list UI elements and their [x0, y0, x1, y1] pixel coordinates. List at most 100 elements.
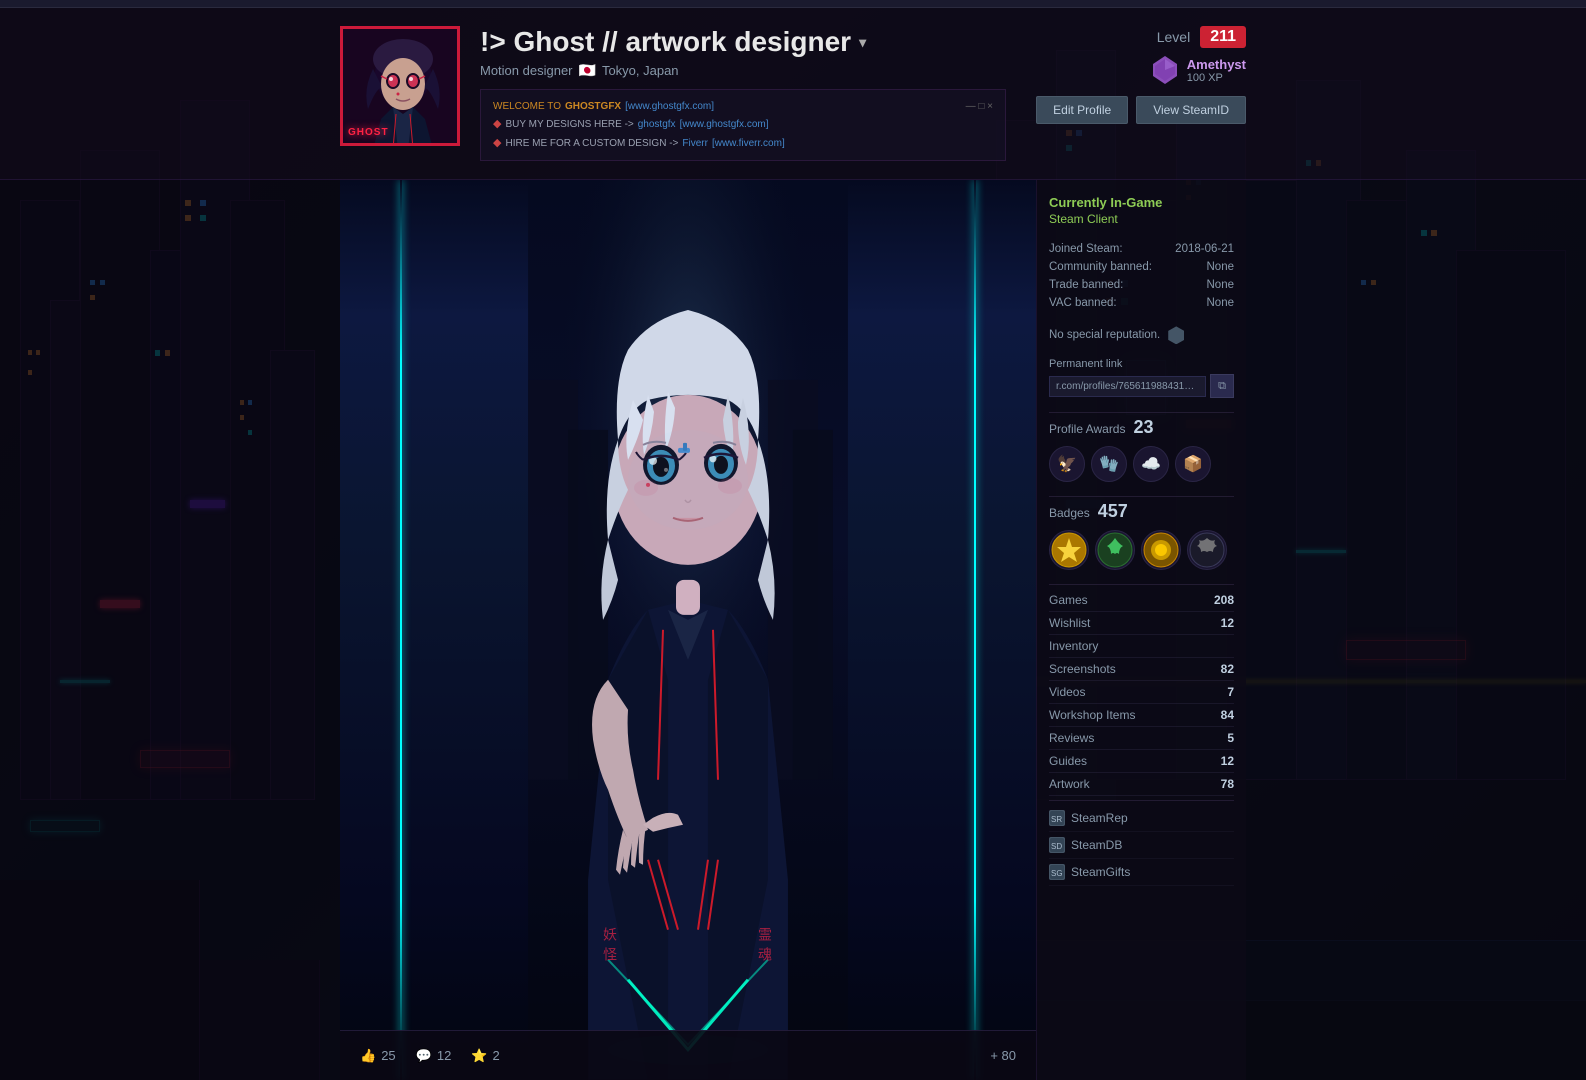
award-icon-1[interactable]: 🦅 [1049, 446, 1085, 482]
vac-label: VAC banned: [1049, 294, 1167, 312]
xp-gem-group [1153, 56, 1177, 84]
workshop-row[interactable]: Workshop Items 84 [1049, 704, 1234, 727]
award-icon-2[interactable]: 🧤 [1091, 446, 1127, 482]
guides-label: Guides [1049, 754, 1087, 768]
steamdb-icon: SD [1049, 837, 1065, 853]
steamgifts-link[interactable]: SG SteamGifts [1049, 859, 1234, 886]
steamdb-label: SteamDB [1071, 838, 1122, 852]
inventory-row[interactable]: Inventory [1049, 635, 1234, 658]
bio-line-title: WELCOME TO GHOSTGFX [www.ghostgfx.com] —… [493, 98, 993, 115]
svg-text:魂: 魂 [758, 947, 772, 963]
joined-row: Joined Steam: 2018-06-21 [1049, 240, 1234, 258]
steamrep-label: SteamRep [1071, 811, 1128, 825]
steamrep-icon: SR [1049, 810, 1065, 826]
artwork-value: 78 [1221, 777, 1234, 791]
level-section: Level 211 Amethyst 100 XP Edit Profile [1026, 26, 1246, 124]
artwork-row[interactable]: Artwork 78 [1049, 773, 1234, 796]
profile-stats-table: Joined Steam: 2018-06-21 Community banne… [1049, 240, 1234, 312]
permanent-link-input[interactable] [1049, 376, 1206, 397]
workshop-value: 84 [1221, 708, 1234, 722]
artwork-label: Artwork [1049, 777, 1090, 791]
joined-label: Joined Steam: [1049, 240, 1167, 258]
xp-container: Amethyst 100 XP [1026, 56, 1246, 84]
profile-subtitle: Motion designer 🇯🇵 Tokyo, Japan [480, 62, 1006, 79]
edit-profile-button[interactable]: Edit Profile [1036, 96, 1128, 124]
artwork-more: + 80 [990, 1048, 1016, 1063]
xp-name: Amethyst [1187, 57, 1246, 72]
svg-text:SR: SR [1051, 815, 1062, 824]
community-label: Community banned: [1049, 258, 1167, 276]
profile-buttons: Edit Profile View SteamID [1026, 96, 1246, 124]
profile-header: GHOST !> Ghost // artwork designer ▾ Mot… [0, 8, 1586, 180]
bio-site-name: GHOSTGFX [565, 98, 621, 115]
anime-character-svg: 妖 怪 霊 魂 [528, 180, 848, 1080]
award-icon-4[interactable]: 📦 [1175, 446, 1211, 482]
bio-line-hire: ◆ HIRE ME FOR A CUSTOM DESIGN -> Fiverr … [493, 134, 993, 153]
bio-hire-label: HIRE ME FOR A CUSTOM DESIGN -> [505, 135, 678, 152]
artwork-favs: ⭐ 2 [471, 1048, 499, 1064]
steamdb-link[interactable]: SD SteamDB [1049, 832, 1234, 859]
inventory-label: Inventory [1049, 639, 1098, 653]
guides-row[interactable]: Guides 12 [1049, 750, 1234, 773]
games-row[interactable]: Games 208 [1049, 589, 1234, 612]
reviews-value: 5 [1227, 731, 1234, 745]
fav-icon: ⭐ [471, 1048, 487, 1064]
games-value: 208 [1214, 593, 1234, 607]
awards-row: 🦅 🧤 ☁️ 📦 [1049, 446, 1234, 482]
bio-line-buy: ◆ BUY MY DESIGNS HERE -> ghostgfx [www.g… [493, 115, 993, 134]
subtitle-text: Motion designer [480, 63, 573, 78]
in-game-game: Steam Client [1049, 212, 1234, 226]
bio-arrow1: ◆ [493, 115, 501, 134]
svg-text:SG: SG [1051, 869, 1063, 878]
copy-icon: ⧉ [1218, 380, 1226, 393]
artwork-comments: 💬 12 [416, 1048, 452, 1064]
shield-icon [1168, 326, 1184, 344]
avatar-ghost-label: GHOST [348, 127, 389, 138]
bio-arrow2: ◆ [493, 134, 501, 153]
badges-header: Badges 457 [1049, 501, 1234, 522]
xp-value: 100 XP [1187, 72, 1246, 84]
svg-text:妖: 妖 [603, 927, 617, 943]
level-header: Level 211 [1026, 26, 1246, 48]
workshop-label: Workshop Items [1049, 708, 1135, 722]
badges-count: 457 [1098, 501, 1128, 522]
bio-window-controls: — □ × [966, 98, 993, 115]
screenshots-row[interactable]: Screenshots 82 [1049, 658, 1234, 681]
steamrep-link[interactable]: SR SteamRep [1049, 805, 1234, 832]
divider-4 [1049, 800, 1234, 801]
divider-1 [1049, 412, 1234, 413]
reviews-row[interactable]: Reviews 5 [1049, 727, 1234, 750]
svg-text:霊: 霊 [758, 927, 772, 943]
videos-row[interactable]: Videos 7 [1049, 681, 1234, 704]
badge-icon-4[interactable] [1187, 530, 1227, 570]
more-count: + 80 [990, 1048, 1016, 1063]
flag-icon: 🇯🇵 [579, 62, 596, 79]
bio-hire-link: [www.fiverr.com] [712, 135, 785, 152]
guides-value: 12 [1221, 754, 1234, 768]
xp-info: Amethyst 100 XP [1187, 57, 1246, 84]
dropdown-arrow-icon[interactable]: ▾ [859, 34, 866, 51]
steamgifts-icon: SG [1049, 864, 1065, 880]
copy-link-button[interactable]: ⧉ [1210, 374, 1234, 398]
svg-text:怪: 怪 [603, 947, 617, 963]
view-steamid-button[interactable]: View SteamID [1136, 96, 1246, 124]
artwork-section: 妖 怪 霊 魂 👍 25 💬 12 [340, 180, 1036, 1080]
comments-count: 12 [437, 1048, 451, 1063]
reviews-label: Reviews [1049, 731, 1094, 745]
badge-icon-2[interactable] [1095, 530, 1135, 570]
steamgifts-label: SteamGifts [1071, 865, 1130, 879]
bio-buy-link: [www.ghostgfx.com] [680, 116, 769, 133]
main-container: GHOST !> Ghost // artwork designer ▾ Mot… [0, 0, 1586, 1080]
profile-name: !> Ghost // artwork designer ▾ [480, 26, 1006, 58]
badges-label: Badges [1049, 506, 1090, 520]
bio-welcome-label: WELCOME TO [493, 98, 561, 115]
videos-label: Videos [1049, 685, 1085, 699]
permanent-link-label: Permanent link [1049, 358, 1234, 370]
reputation-row: No special reputation. [1049, 326, 1234, 344]
badge-icon-3[interactable] [1141, 530, 1181, 570]
divider-3 [1049, 584, 1234, 585]
wishlist-row[interactable]: Wishlist 12 [1049, 612, 1234, 635]
badge-icon-1[interactable] [1049, 530, 1089, 570]
neon-frame-left [400, 180, 402, 1080]
award-icon-3[interactable]: ☁️ [1133, 446, 1169, 482]
